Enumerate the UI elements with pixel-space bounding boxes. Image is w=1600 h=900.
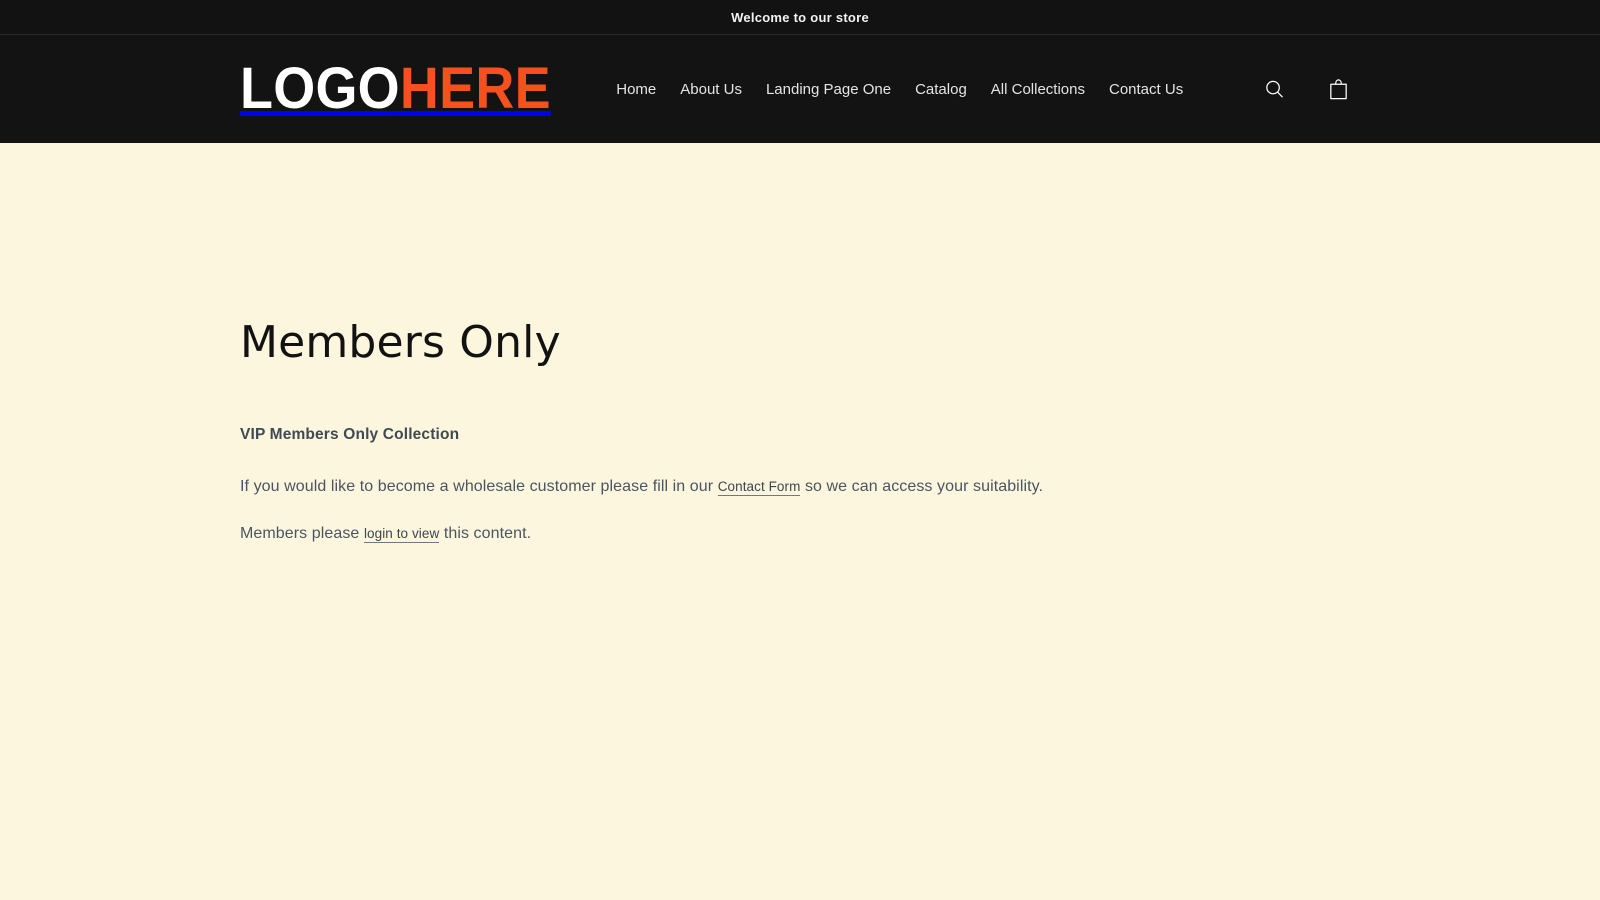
paragraph-text-before-login-link: Members please — [240, 525, 360, 543]
nav-item-contact-us[interactable]: Contact Us — [1097, 75, 1195, 105]
login-to-view-link[interactable]: login to view — [363, 526, 440, 544]
paragraph-text-after-login-link: this content. — [443, 525, 532, 543]
paragraph-text-before-contact-link: If you would like to become a wholesale … — [240, 477, 714, 495]
header-inner: LOGOHERE Home About Us Landing Page One … — [240, 60, 1360, 118]
content-wrapper: Members Only VIP Members Only Collection… — [240, 143, 1360, 547]
logo-text-accent: HERE — [399, 56, 551, 121]
content-paragraph-login: Members please login to view this conten… — [240, 521, 1360, 547]
paragraph-text-after-contact-link: so we can access your suitability. — [804, 477, 1044, 495]
cart-icon — [1327, 77, 1350, 102]
page-main: Members Only VIP Members Only Collection… — [0, 143, 1600, 900]
content-subheading: VIP Members Only Collection — [240, 425, 460, 443]
header-actions — [1252, 67, 1360, 111]
announcement-bar: Welcome to our store — [0, 0, 1600, 35]
contact-form-link[interactable]: Contact Form — [717, 478, 801, 496]
nav-item-catalog[interactable]: Catalog — [903, 75, 979, 105]
announcement-text: Welcome to our store — [731, 9, 869, 25]
site-logo[interactable]: LOGOHERE — [240, 60, 551, 118]
nav-item-about-us[interactable]: About Us — [668, 75, 754, 105]
content-paragraph-wholesale: If you would like to become a wholesale … — [240, 474, 1360, 500]
search-button[interactable] — [1252, 67, 1296, 111]
nav-item-landing-page-one[interactable]: Landing Page One — [754, 75, 903, 105]
nav-item-all-collections[interactable]: All Collections — [979, 75, 1097, 105]
search-icon — [1263, 78, 1286, 101]
page-title: Members Only — [240, 317, 561, 368]
logo-text-primary: LOGO — [240, 56, 400, 121]
site-header: LOGOHERE Home About Us Landing Page One … — [0, 35, 1600, 143]
rich-text-content: VIP Members Only Collection If you would… — [240, 423, 1360, 547]
cart-button[interactable] — [1316, 67, 1360, 111]
main-navigation: Home About Us Landing Page One Catalog A… — [604, 73, 1195, 105]
nav-item-home[interactable]: Home — [604, 75, 668, 105]
